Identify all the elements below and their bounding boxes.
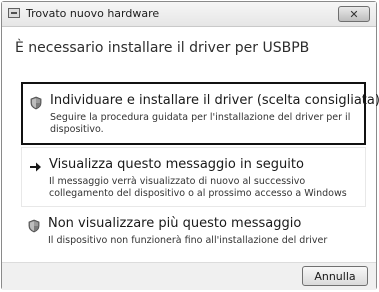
dialog-heading: È necessario installare il driver per US… <box>15 40 310 56</box>
option-show-later[interactable]: Visualizza questo messaggio in seguito I… <box>21 147 366 207</box>
close-button[interactable]: ✕ <box>338 6 370 22</box>
window-title: Trovato nuovo hardware <box>26 7 160 20</box>
option-title: Individuare e installare il driver (scel… <box>50 93 379 108</box>
shield-icon <box>28 219 40 233</box>
option-description: Seguire la procedura guidata per l'insta… <box>50 112 351 135</box>
option-title: Non visualizzare più questo messaggio <box>48 216 302 231</box>
found-new-hardware-dialog: Trovato nuovo hardware ✕ È necessario in… <box>1 1 379 290</box>
cancel-button[interactable]: Annulla <box>302 266 368 286</box>
option-title: Visualizza questo messaggio in seguito <box>49 157 304 172</box>
arrow-right-icon <box>30 162 41 172</box>
option-dont-show-again[interactable]: Non visualizzare più questo messaggio Il… <box>21 207 366 261</box>
option-description: Il messaggio verrà visualizzato di nuovo… <box>49 176 347 199</box>
option-locate-install-driver[interactable]: Individuare e installare il driver (scel… <box>21 82 379 145</box>
close-icon: ✕ <box>349 7 359 21</box>
option-description: Il dispositivo non funzionerà fino all'i… <box>48 235 328 246</box>
title-bar[interactable]: Trovato nuovo hardware ✕ <box>2 2 376 27</box>
hardware-icon <box>8 8 20 18</box>
shield-icon <box>30 96 42 110</box>
